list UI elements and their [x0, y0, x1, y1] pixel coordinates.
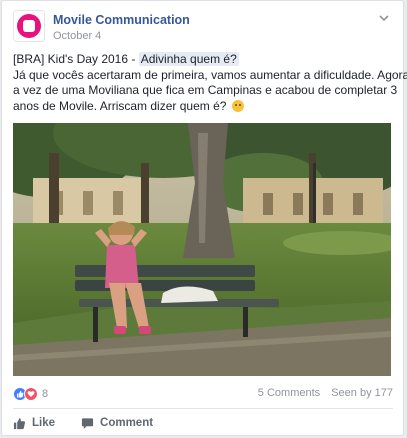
post-line-1-prefix: [BRA] Kid's Day 2016 - [13, 52, 139, 66]
like-button[interactable]: Like [13, 415, 55, 431]
post-timestamp[interactable]: October 4 [53, 30, 101, 42]
engagement-stats: 5 Comments Seen by 177 [258, 387, 393, 399]
chevron-down-icon[interactable] [377, 11, 391, 25]
divider [13, 408, 393, 409]
thumbs-up-icon [13, 417, 25, 429]
post-photo[interactable] [13, 123, 391, 376]
comments-count-link[interactable]: 5 Comments [258, 387, 320, 399]
comment-label: Comment [100, 417, 154, 429]
post-stats: 8 5 Comments Seen by 177 [13, 387, 393, 403]
post-message: [BRA] Kid's Day 2016 - Adivinha quem é? … [13, 52, 407, 115]
post-line-4-text: anos de Movile. Arriscam dizer quem é? [13, 98, 227, 113]
page-name-link[interactable]: Movile Communication [53, 13, 190, 27]
smile-emoji-icon [231, 99, 244, 112]
post-card: Movile Communication October 4 [BRA] Kid… [1, 0, 407, 436]
like-label: Like [32, 417, 56, 429]
post-line-1: [BRA] Kid's Day 2016 - Adivinha quem é? [13, 52, 398, 68]
post-line-4: anos de Movile. Arriscam dizer quem é? [13, 99, 398, 115]
post-actions: Like Comment [13, 415, 179, 431]
page-avatar[interactable] [13, 10, 45, 42]
highlighted-text: Adivinha quem é? [138, 52, 239, 66]
post-header: Movile Communication October 4 [13, 10, 393, 46]
post-line-3: a vez de uma Moviliana que fica em Campi… [13, 83, 398, 98]
comment-button[interactable]: Comment [81, 415, 153, 431]
park-bench-photo [13, 123, 391, 376]
reactions-summary[interactable]: 8 [13, 387, 48, 401]
comment-icon [81, 417, 94, 429]
post-line-2: Já que vocês acertaram de primeira, vamo… [13, 67, 407, 82]
movile-logo-icon [17, 14, 41, 38]
heart-icon [24, 387, 38, 401]
seen-by-count[interactable]: Seen by 177 [331, 387, 393, 399]
reactions-count: 8 [42, 388, 49, 400]
